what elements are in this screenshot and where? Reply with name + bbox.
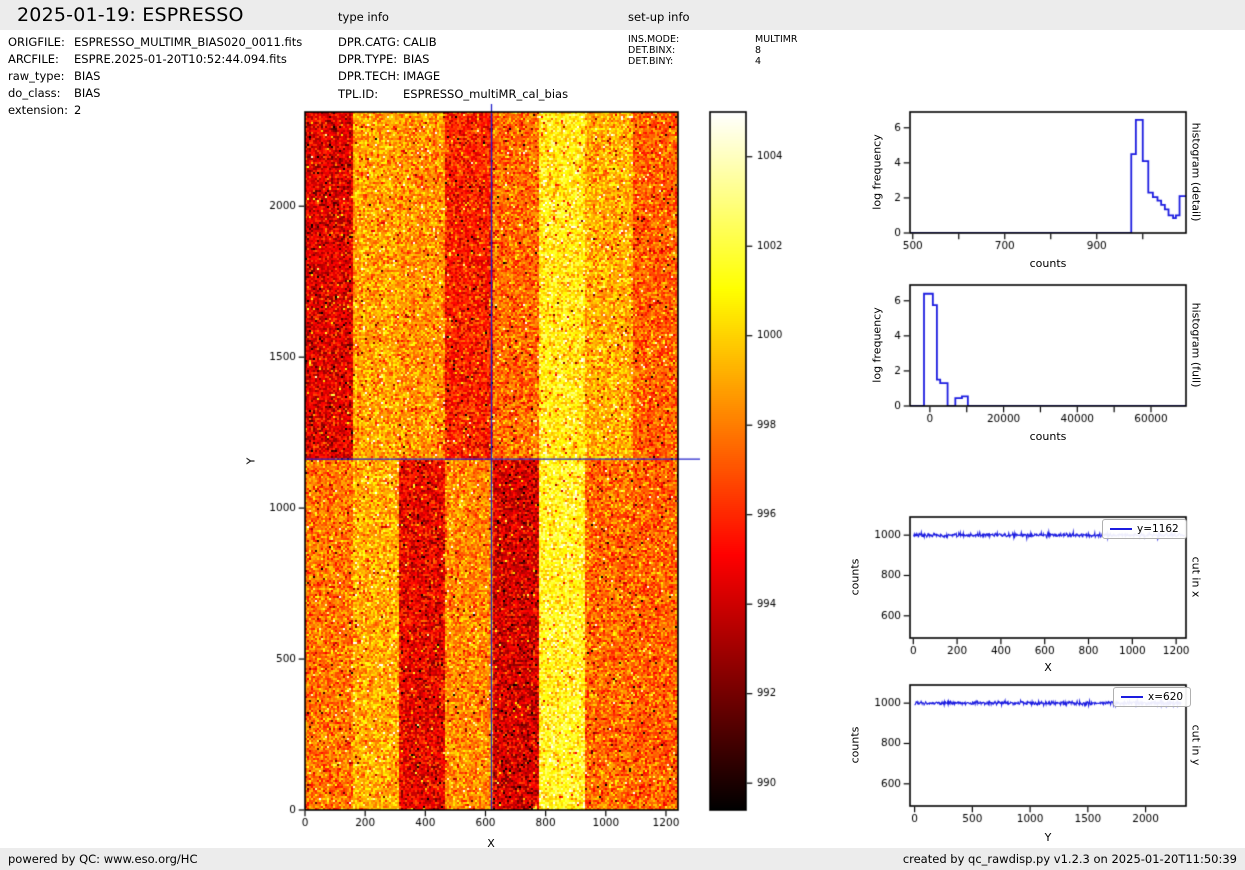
arcfile-row: ARCFILE: ESPRE.2025-01-20T10:52:44.094.fi… [8,52,287,66]
dpr-catg-value: CALIB [403,35,437,49]
dpr-catg-row: DPR.CATG: CALIB [338,35,437,49]
cut-y-legend-text: x=620 [1148,691,1184,703]
dpr-type-row: DPR.TYPE: BIAS [338,52,429,66]
image-xaxis-label: X [487,837,495,850]
cut-x-ylabel: counts [848,558,862,596]
det-binx-row: DET.BINX: 8 [628,45,761,56]
cut-x-legend: y=1162 [1102,519,1187,539]
cut-y-legend: x=620 [1113,687,1192,707]
ins-mode-value: MULTIMR [755,34,798,45]
footer-bar: powered by QC: www.eso.org/HC created by… [0,848,1245,870]
dpr-catg-label: DPR.CATG: [338,35,400,49]
extension-value: 2 [74,103,82,117]
dpr-tech-row: DPR.TECH: IMAGE [338,69,440,83]
hist-detail-ylabel: log frequency [870,134,884,210]
cut-y-xlabel: Y [1044,831,1052,844]
hist-full-xlabel: counts [1029,430,1067,443]
image-yaxis-label: Y [244,457,258,465]
bias-image-canvas [305,112,678,810]
dpr-type-value: BIAS [403,52,430,66]
hist-full-ylabel: log frequency [870,307,884,383]
ins-mode-label: INS.MODE: [628,34,680,45]
cut-y-ylabel: counts [848,726,862,764]
legend-line-icon [1110,527,1132,531]
det-biny-label: DET.BINY: [628,56,674,67]
tpl-id-value: ESPRESSO_multiMR_cal_bias [403,87,569,101]
footer-powered-by: powered by QC: www.eso.org/HC [8,852,198,866]
colorbar-canvas [710,112,746,810]
tpl-id-row: TPL.ID: ESPRESSO_multiMR_cal_bias [338,87,568,101]
dpr-type-label: DPR.TYPE: [338,52,398,66]
raw-type-row: raw_type: BIAS [8,69,100,83]
setup-info-heading: set-up info [628,10,690,24]
hist-detail-right-label: histogram (detail) [1189,122,1203,222]
do-class-row: do_class: BIAS [8,86,100,100]
origfile-label: ORIGFILE: [8,35,65,49]
page-title: 2025-01-19: ESPRESSO [17,4,244,26]
hist-detail-xlabel: counts [1029,257,1067,270]
origfile-row: ORIGFILE: ESPRESSO_MULTIMR_BIAS020_0011.f… [8,35,302,49]
det-biny-value: 4 [755,56,762,67]
cut-x-right-label: cut in x [1189,556,1203,598]
arcfile-label: ARCFILE: [8,52,59,66]
raw-type-value: BIAS [74,69,101,83]
origfile-value: ESPRESSO_MULTIMR_BIAS020_0011.fits [74,35,303,49]
arcfile-value: ESPRE.2025-01-20T10:52:44.094.fits [74,52,287,66]
dpr-tech-value: IMAGE [403,69,441,83]
det-biny-row: DET.BINY: 4 [628,56,761,67]
hist-full-right-label: histogram (full) [1189,302,1203,388]
qc-report-page: 2025-01-19: ESPRESSO type info set-up in… [0,0,1245,870]
raw-type-label: raw_type: [8,69,65,83]
cut-y-right-label: cut in y [1189,724,1203,766]
do-class-value: BIAS [74,86,101,100]
extension-label: extension: [8,103,68,117]
type-info-heading: type info [338,10,389,24]
extension-row: extension: 2 [8,103,81,117]
ins-mode-row: INS.MODE: MULTIMR [628,34,798,45]
tpl-id-label: TPL.ID: [338,87,379,101]
header-bar: 2025-01-19: ESPRESSO type info set-up in… [0,0,1245,30]
do-class-label: do_class: [8,86,61,100]
det-binx-label: DET.BINX: [628,45,676,56]
cut-x-legend-text: y=1162 [1137,523,1179,535]
dpr-tech-label: DPR.TECH: [338,69,400,83]
det-binx-value: 8 [755,45,762,56]
legend-line-icon [1121,695,1143,699]
cut-x-xlabel: X [1044,661,1052,674]
footer-created-by: created by qc_rawdisp.py v1.2.3 on 2025-… [902,852,1237,866]
